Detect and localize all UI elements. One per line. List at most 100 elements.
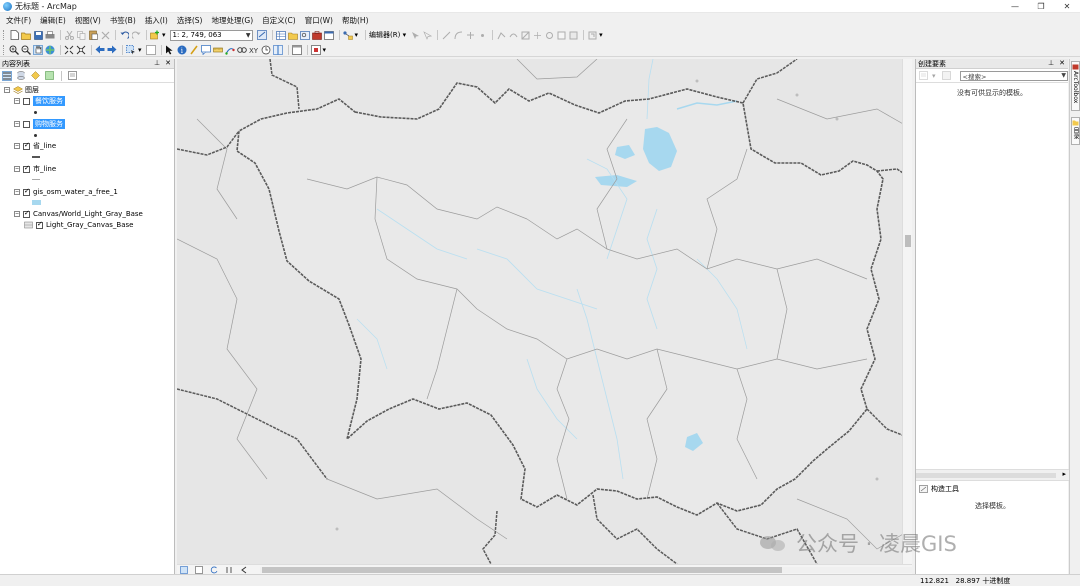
full-extent-icon[interactable]: [45, 45, 55, 55]
delete-icon[interactable]: [100, 30, 110, 40]
splitter-bar[interactable]: [916, 473, 1056, 478]
collapse-toggle[interactable]: −: [14, 121, 20, 127]
map-scale-field[interactable]: 1: 2, 749, 063 ▼: [169, 29, 253, 41]
collapse-toggle[interactable]: −: [14, 211, 20, 217]
split-icon[interactable]: [532, 30, 542, 40]
map-horizontal-scrollbar[interactable]: [260, 566, 912, 573]
point-icon[interactable]: [477, 30, 487, 40]
list-by-source-icon[interactable]: [16, 71, 26, 81]
panel-splitter[interactable]: ▸: [916, 469, 1069, 481]
toolbar-grip[interactable]: [3, 30, 6, 40]
redo-icon[interactable]: [131, 30, 141, 40]
create-features-icon[interactable]: [587, 30, 597, 40]
menu-edit[interactable]: 编辑(E): [40, 15, 66, 26]
go-to-xy-icon[interactable]: XY: [249, 45, 259, 55]
paste-icon[interactable]: [88, 30, 98, 40]
layer-visibility-checkbox[interactable]: [23, 209, 30, 218]
layer-row-shopping[interactable]: − 购物服务: [14, 119, 65, 129]
layer-row-catering[interactable]: − 餐饮服务: [14, 96, 65, 106]
refresh-icon[interactable]: [209, 565, 219, 575]
time-slider-icon[interactable]: [261, 45, 271, 55]
cut-icon[interactable]: [64, 30, 74, 40]
edit-vertices-icon[interactable]: [496, 30, 506, 40]
toolbox-icon[interactable]: [311, 30, 322, 40]
collapse-toggle[interactable]: −: [14, 98, 20, 104]
scrollbar-thumb[interactable]: [262, 566, 782, 573]
layer-label[interactable]: gis_osm_water_a_free_1: [33, 188, 118, 196]
layout-view-icon[interactable]: [194, 565, 204, 575]
template-search-field[interactable]: <搜索> ▼: [959, 70, 1068, 81]
pan-hand-icon[interactable]: [33, 44, 43, 55]
toc-options-icon[interactable]: [67, 71, 77, 81]
pin-icon[interactable]: ⊥: [154, 59, 160, 67]
hyperlink-icon[interactable]: [189, 45, 199, 55]
layer-row-water[interactable]: − gis_osm_water_a_free_1: [14, 187, 118, 197]
close-icon[interactable]: ✕: [165, 59, 171, 67]
map-canvas[interactable]: [177, 59, 912, 564]
layer-visibility-checkbox[interactable]: [23, 141, 30, 150]
clear-selection-icon[interactable]: [145, 44, 156, 55]
edit-annotation-icon[interactable]: [422, 30, 432, 40]
scrollbar-thumb[interactable]: [905, 235, 911, 247]
close-icon[interactable]: ✕: [1059, 59, 1065, 67]
attributes-icon[interactable]: [556, 30, 566, 40]
overview-window-icon[interactable]: [310, 44, 321, 55]
close-button[interactable]: ✕: [1052, 0, 1080, 13]
menu-customize[interactable]: 自定义(C): [262, 15, 296, 26]
catalog-icon[interactable]: [287, 30, 298, 40]
collapse-toggle[interactable]: −: [14, 189, 20, 195]
layer-visibility-checkbox[interactable]: [23, 120, 30, 128]
forward-arrow-icon[interactable]: [107, 45, 117, 55]
zoom-in-icon[interactable]: [9, 45, 19, 55]
layer-label[interactable]: Light_Gray_Canvas_Base: [46, 221, 133, 229]
chevron-right-icon[interactable]: ▸: [1062, 470, 1066, 478]
measure-icon[interactable]: [212, 45, 223, 55]
menu-selection[interactable]: 选择(S): [177, 15, 203, 26]
add-data-icon[interactable]: [150, 30, 160, 40]
editor-menu-button[interactable]: 编辑器(R) ▾: [369, 30, 406, 40]
collapse-toggle[interactable]: −: [14, 166, 20, 172]
tab-arctoolbox[interactable]: ArcToolbox: [1071, 61, 1080, 111]
layer-label[interactable]: 省_line: [33, 141, 56, 151]
find-icon[interactable]: [236, 45, 247, 55]
layer-label[interactable]: 购物服务: [33, 119, 65, 129]
find-route-icon[interactable]: [224, 45, 235, 55]
sketch-properties-icon[interactable]: [568, 30, 578, 40]
data-view-icon[interactable]: [179, 565, 189, 575]
layer-row-basemap[interactable]: Light_Gray_Canvas_Base: [24, 220, 133, 230]
map-vertical-scrollbar[interactable]: [902, 59, 912, 564]
layer-row-province-line[interactable]: − 省_line: [14, 141, 56, 151]
list-by-selection-icon[interactable]: [44, 71, 54, 81]
endpoint-arc-icon[interactable]: [453, 30, 463, 40]
fixed-zoom-out-icon[interactable]: [76, 45, 86, 55]
layer-label[interactable]: 餐饮服务: [33, 96, 65, 106]
straight-segment-icon[interactable]: [441, 30, 451, 40]
menu-bookmarks[interactable]: 书签(B): [110, 15, 136, 26]
select-features-icon[interactable]: [126, 44, 136, 55]
scroll-left-icon[interactable]: [239, 565, 249, 575]
collapse-toggle[interactable]: −: [4, 87, 10, 93]
data-frame-row[interactable]: − 图层: [4, 85, 39, 95]
select-dropdown-arrow[interactable]: ▾: [138, 46, 142, 54]
cut-polygon-icon[interactable]: [520, 30, 530, 40]
rotate-icon[interactable]: [544, 30, 554, 40]
layer-visibility-checkbox[interactable]: [23, 187, 30, 196]
save-icon[interactable]: [33, 30, 43, 40]
pin-icon[interactable]: ⊥: [1048, 59, 1054, 67]
template-properties-icon[interactable]: [942, 71, 952, 81]
layer-visibility-checkbox[interactable]: [36, 220, 43, 229]
new-document-icon[interactable]: [9, 30, 19, 40]
chevron-down-icon[interactable]: ▼: [246, 32, 251, 39]
templates-dropdown-arrow[interactable]: ▾: [932, 72, 936, 80]
menu-help[interactable]: 帮助(H): [342, 15, 369, 26]
chevron-down-icon[interactable]: ▼: [1061, 72, 1066, 79]
collapse-toggle[interactable]: −: [14, 143, 20, 149]
modelbuilder-icon[interactable]: [342, 30, 353, 40]
layer-row-basemap-group[interactable]: − Canvas/World_Light_Gray_Base: [14, 209, 143, 219]
reshape-icon[interactable]: [508, 30, 518, 40]
menu-insert[interactable]: 插入(I): [145, 15, 168, 26]
open-folder-icon[interactable]: [21, 30, 31, 40]
zoom-out-icon[interactable]: [21, 45, 31, 55]
add-data-dropdown-arrow[interactable]: ▾: [162, 31, 166, 39]
edit-tool-icon[interactable]: [410, 30, 420, 40]
